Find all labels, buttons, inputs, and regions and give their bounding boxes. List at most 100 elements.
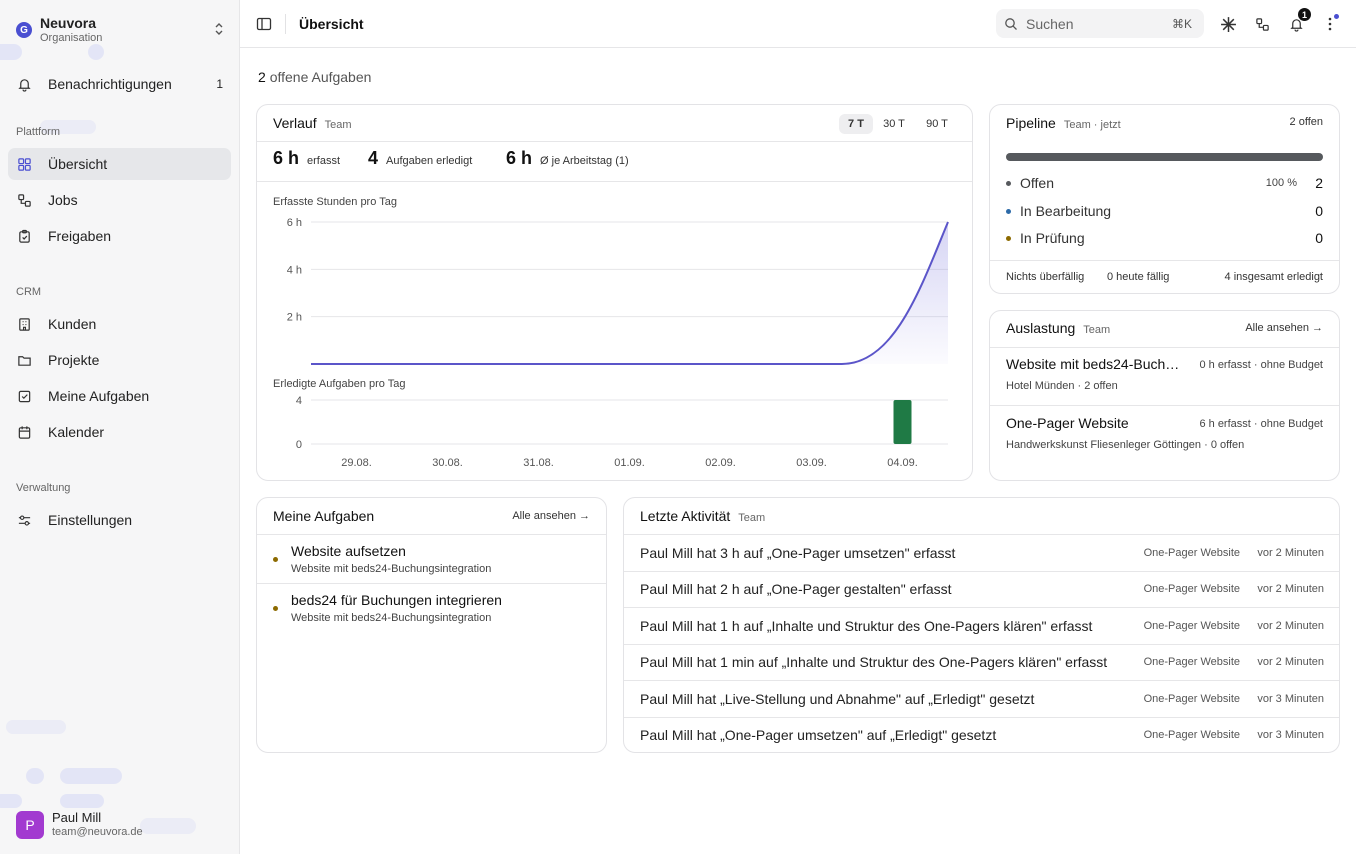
arrow-right-icon: →: [1312, 322, 1323, 334]
kpi-label: erfasst: [307, 155, 341, 167]
grid-icon: [16, 156, 32, 172]
sparkle-icon[interactable]: [1219, 15, 1237, 33]
my-tasks-card: Meine Aufgaben Alle ansehen → Website au…: [256, 497, 607, 753]
project-hours: 6 h erfasst · ohne Budget: [1199, 418, 1323, 430]
divider: [990, 260, 1339, 261]
range-90t-button[interactable]: 90 T: [919, 114, 955, 134]
card-title: Auslastung Team: [1006, 320, 1110, 336]
pipeline-label: In Bearbeitung: [1020, 203, 1112, 219]
sidebar-item-label: Kunden: [48, 316, 97, 332]
sidebar-item-label: Meine Aufgaben: [48, 388, 150, 404]
section-title-plattform: Plattform: [16, 126, 61, 138]
activity-row[interactable]: Paul Mill hat „Live-Stellung und Abnahme…: [624, 681, 1339, 718]
range-7t-button[interactable]: 7 T: [839, 114, 873, 134]
kpi-value: 4: [368, 148, 379, 168]
status-dot: [1006, 235, 1011, 241]
activity-time: vor 2 Minuten: [1257, 620, 1324, 632]
user-menu[interactable]: P Paul Mill team@neuvora.de: [16, 810, 143, 840]
section-title-verwaltung: Verwaltung: [16, 482, 71, 494]
sidebar-item-label: Kalender: [48, 424, 105, 440]
range-30t-button[interactable]: 30 T: [877, 114, 911, 134]
decorative-blob: [60, 768, 122, 784]
pipeline-count: 0: [1315, 203, 1323, 219]
sidebar-item-kunden[interactable]: Kunden: [8, 308, 231, 340]
activity-row[interactable]: Paul Mill hat 1 h auf „Inhalte und Struk…: [624, 608, 1339, 645]
utilization-row[interactable]: One-Pager Website 6 h erfasst · ohne Bud…: [990, 407, 1339, 465]
decorative-blob: [0, 794, 22, 808]
sidebar-item-kalender[interactable]: Kalender: [8, 416, 231, 448]
kpi-value: 6 h: [273, 148, 300, 168]
sidebar-item-meine-aufgaben[interactable]: Meine Aufgaben: [8, 380, 231, 412]
utilization-row[interactable]: Website mit beds24-Buchungsintegration 0…: [990, 348, 1339, 406]
pipeline-label: In Prüfung: [1020, 230, 1085, 246]
decorative-blob: [6, 720, 66, 734]
task-item[interactable]: Website aufsetzen Website mit beds24-Buc…: [257, 535, 606, 584]
kpi-label: Aufgaben erledigt: [386, 155, 473, 167]
divider: [257, 181, 972, 182]
sidebar-item-projekte[interactable]: Projekte: [8, 344, 231, 376]
open-tasks-count: 2: [258, 69, 266, 85]
activity-row[interactable]: Paul Mill hat 1 min auf „Inhalte und Str…: [624, 644, 1339, 681]
open-tasks-label: offene Aufgaben: [269, 69, 372, 85]
activity-text: Paul Mill hat 1 min auf „Inhalte und Str…: [640, 654, 1108, 670]
status-dot: [273, 557, 278, 562]
pipeline-row-in-bearbeitung: In Bearbeitung 0: [1006, 201, 1323, 221]
sidebar-item-notifications[interactable]: Benachrichtigungen 1: [8, 68, 231, 100]
kpi-label: Ø je Arbeitstag (1): [540, 155, 629, 167]
view-all-link[interactable]: Alle ansehen →: [512, 510, 590, 522]
pipeline-card: Pipeline Team · jetzt 2 offen Offen 100 % 2…: [989, 104, 1340, 294]
project-name: One-Pager Website: [1006, 415, 1129, 431]
folder-icon: [16, 352, 32, 368]
checkbox-icon: [16, 388, 32, 404]
kpi-avg-per-day: 6 h Ø je Arbeitstag (1): [506, 148, 629, 169]
card-title: Pipeline Team · jetzt: [1006, 115, 1121, 131]
kpi-tasks-done: 4 Aufgaben erledigt: [368, 148, 472, 169]
task-item[interactable]: beds24 für Buchungen integrieren Website…: [257, 584, 606, 633]
workflow-icon[interactable]: [1253, 15, 1271, 33]
card-header: Verlauf Team 7 T 30 T 90 T: [257, 105, 972, 142]
activity-card: Letzte Aktivität Team Paul Mill hat 3 h a…: [623, 497, 1340, 753]
sidebar-item-einstellungen[interactable]: Einstellungen: [8, 504, 231, 536]
activity-project: One-Pager Website: [1143, 693, 1240, 705]
sidebar-item-freigaben[interactable]: Freigaben: [8, 220, 231, 252]
activity-row[interactable]: Paul Mill hat 3 h auf „One-Pager umsetze…: [624, 535, 1339, 572]
status-dot: [1334, 14, 1339, 19]
activity-time: vor 2 Minuten: [1257, 656, 1324, 668]
pipeline-row-in-pruefung: In Prüfung 0: [1006, 228, 1323, 248]
org-subtitle: Organisation: [40, 31, 103, 44]
org-name: Neuvora: [40, 15, 97, 31]
sidebar-item-uebersicht[interactable]: Übersicht: [8, 148, 231, 180]
pipeline-footer-due-today: 0 heute fällig: [1107, 271, 1170, 283]
activity-time: vor 2 Minuten: [1257, 583, 1324, 595]
card-title: Meine Aufgaben: [273, 508, 375, 524]
card-title-text: Auslastung: [1006, 320, 1076, 336]
sidebar-item-label: Jobs: [48, 192, 78, 208]
org-switcher[interactable]: G Neuvora Organisation: [10, 8, 232, 52]
status-dot: [273, 606, 278, 611]
activity-text: Paul Mill hat „One-Pager umsetzen" auf „…: [640, 727, 997, 743]
activity-row[interactable]: Paul Mill hat 2 h auf „One-Pager gestalt…: [624, 571, 1339, 608]
activity-project: One-Pager Website: [1143, 583, 1240, 595]
card-title: Verlauf Team: [273, 115, 352, 131]
decorative-blob: [60, 794, 104, 808]
card-subtitle: Team · jetzt: [1063, 119, 1121, 131]
pipeline-open-count: 2 offen: [1289, 116, 1323, 128]
divider: [285, 14, 286, 34]
chevron-updown-icon: [214, 22, 224, 36]
task-title: beds24 für Buchungen integrieren: [291, 592, 502, 608]
sidebar-item-jobs[interactable]: Jobs: [8, 184, 231, 216]
view-all-link[interactable]: Alle ansehen →: [1245, 322, 1323, 334]
status-dot: [1006, 180, 1011, 186]
section-title-crm: CRM: [16, 286, 42, 298]
activity-text: Paul Mill hat „Live-Stellung und Abnahme…: [640, 691, 1035, 707]
search-input[interactable]: Suchen ⌘K: [996, 9, 1204, 38]
sidebar-toggle-icon[interactable]: [256, 16, 272, 32]
open-tasks-summary: 2 offene Aufgaben: [258, 69, 371, 85]
activity-time: vor 3 Minuten: [1257, 693, 1324, 705]
task-project: Website mit beds24-Buchungsintegration: [291, 612, 492, 624]
activity-project: One-Pager Website: [1143, 729, 1240, 741]
activity-row[interactable]: Paul Mill hat „One-Pager umsetzen" auf „…: [624, 717, 1339, 752]
pipeline-count: 0: [1315, 230, 1323, 246]
activity-project: One-Pager Website: [1143, 620, 1240, 632]
activity-text: Paul Mill hat 1 h auf „Inhalte und Struk…: [640, 618, 1093, 634]
